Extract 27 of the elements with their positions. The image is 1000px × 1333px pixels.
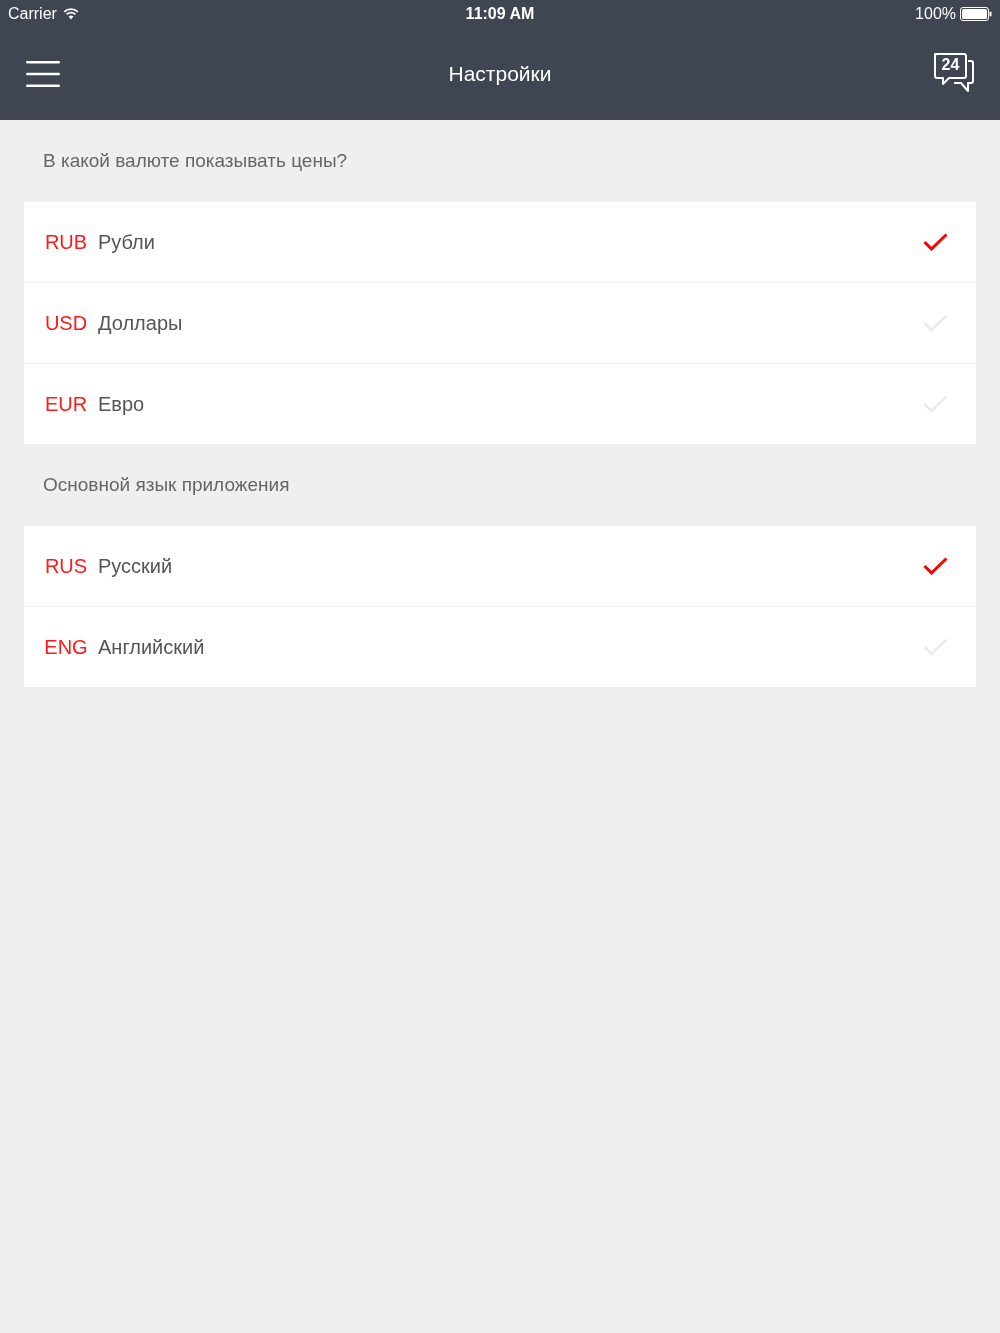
speech-bubbles-icon xyxy=(932,51,976,94)
clock-text: 11:09 AM xyxy=(465,3,535,24)
option-row[interactable]: RUB Рубли xyxy=(24,202,976,282)
option-code: RUS xyxy=(44,554,88,578)
option-label: Евро xyxy=(98,392,146,416)
option-code: ENG xyxy=(44,635,88,659)
menu-button[interactable] xyxy=(26,59,60,88)
option-label: Английский xyxy=(98,635,206,659)
option-row[interactable]: ENG Английский xyxy=(24,607,976,687)
option-row[interactable]: RUS Русский xyxy=(24,526,976,606)
battery-percent: 100% xyxy=(915,3,956,24)
screen-title: Настройки xyxy=(448,60,552,87)
wifi-icon xyxy=(62,7,79,20)
option-code: USD xyxy=(44,311,88,335)
option-code: RUB xyxy=(44,230,88,254)
section-heading: В какой валюте показывать цены? xyxy=(43,149,348,173)
option-row[interactable]: USD Доллары xyxy=(24,283,976,363)
carrier-text: Carrier xyxy=(8,3,57,24)
option-label: Доллары xyxy=(98,311,184,335)
option-label: Рубли xyxy=(98,230,156,254)
support-chat-button[interactable]: 24 xyxy=(932,51,976,94)
option-row[interactable]: EUR Евро xyxy=(24,364,976,444)
option-label: Русский xyxy=(98,554,174,578)
option-code: EUR xyxy=(44,392,88,416)
menu-icon xyxy=(26,60,60,87)
section-heading: Основной язык приложения xyxy=(43,473,290,497)
battery-icon xyxy=(960,6,992,21)
